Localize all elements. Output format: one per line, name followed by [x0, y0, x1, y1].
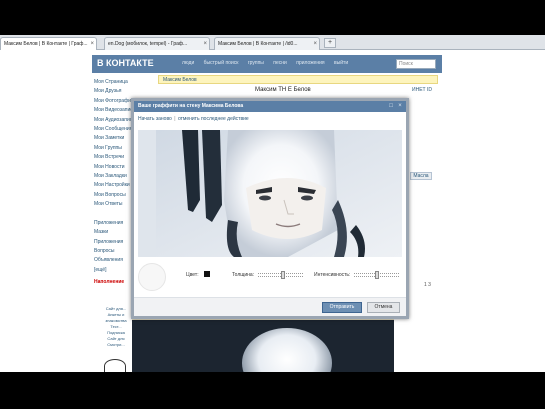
- left-menu-item[interactable]: Мои Ответы: [94, 200, 134, 209]
- color-swatch[interactable]: [204, 271, 210, 277]
- opacity-slider[interactable]: [354, 271, 399, 279]
- start-over-link[interactable]: Начать заново: [138, 116, 172, 122]
- left-menu-item[interactable]: Мои Аудиозаписи: [94, 116, 134, 125]
- vk-top-nav: люди быстрый поиск группы песни приложен…: [182, 60, 356, 66]
- dialog-actions: Начать заново | отменить последнее дейст…: [138, 116, 249, 122]
- color-label: Цвет:: [186, 272, 199, 278]
- graffiti-canvas[interactable]: [138, 130, 402, 257]
- browser-tab-1[interactable]: Максим Белов | В Контакте | Граф... ×: [0, 37, 97, 50]
- tab-label: Максим Белов | В Контакте | Граф...: [4, 41, 88, 47]
- profile-bar-name[interactable]: Максим Белов: [163, 77, 197, 83]
- tab-label: en.Dog (мобилок, tempel) - Граф...: [108, 41, 188, 47]
- close-icon[interactable]: ×: [90, 38, 94, 50]
- wheel-icon: [104, 359, 126, 372]
- opacity-slider-thumb[interactable]: [375, 271, 379, 279]
- left-menu-extra[interactable]: [ещё]: [94, 266, 134, 275]
- thickness-slider-thumb[interactable]: [281, 271, 285, 279]
- brush-preview: [138, 263, 166, 291]
- screen-frame: Максим Белов | В Контакте | Граф... × en.…: [0, 35, 545, 372]
- nav-logout[interactable]: выйти: [334, 60, 348, 66]
- browser-tab-3[interactable]: Максим Белов | В Контакте | /id0... ×: [214, 37, 320, 50]
- thickness-slider[interactable]: [258, 271, 303, 279]
- tab-label: Максим Белов | В Контакте | /id0...: [218, 41, 298, 47]
- close-icon[interactable]: ×: [203, 38, 207, 50]
- left-menu-item[interactable]: Мои Друзья: [94, 87, 134, 96]
- dialog-footer: Отправить Отмена: [134, 297, 406, 316]
- cancel-button[interactable]: Отмена: [367, 302, 400, 313]
- left-menu-extra[interactable]: Вопросы: [94, 247, 134, 256]
- right-indicator: 1 3: [424, 282, 431, 288]
- send-button[interactable]: Отправить: [322, 302, 362, 313]
- maximize-icon[interactable]: □: [388, 103, 394, 109]
- vk-header: В КОНТАКТЕ люди быстрый поиск группы пес…: [92, 55, 442, 73]
- menu-gap: [94, 210, 134, 219]
- nav-people[interactable]: люди: [182, 60, 194, 66]
- profile-bar: Максим Белов: [158, 75, 438, 84]
- left-menu-item[interactable]: Мои Фотографии: [94, 97, 134, 106]
- left-menu-item[interactable]: Мои Сообщения: [94, 125, 134, 134]
- left-menu-extra[interactable]: Приложения: [94, 219, 134, 228]
- graffiti-dialog: Ваше граффити на стену Максима Белова □ …: [131, 98, 409, 319]
- graffiti-drawing: [138, 130, 402, 257]
- right-side-button[interactable]: Масла: [410, 172, 432, 180]
- profile-id[interactable]: ИНЕТ ID: [412, 87, 432, 93]
- left-menu: Моя Страница Мои Друзья Мои Фотографии М…: [94, 78, 134, 288]
- nav-groups[interactable]: группы: [248, 60, 264, 66]
- left-menu-item[interactable]: Мои Группы: [94, 144, 134, 153]
- dialog-titlebar: Ваше граффити на стену Максима Белова □ …: [134, 101, 406, 112]
- left-menu-extra[interactable]: Мазки: [94, 228, 134, 237]
- thickness-label: Толщина:: [232, 272, 255, 278]
- browser-tab-strip: Максим Белов | В Контакте | Граф... × en.…: [0, 35, 545, 50]
- opacity-label: Интенсивность:: [314, 272, 351, 278]
- close-icon[interactable]: ×: [397, 103, 403, 109]
- left-menu-item[interactable]: Мои Вопросы: [94, 191, 134, 200]
- left-menu-extra[interactable]: Приложения: [94, 238, 134, 247]
- left-menu-extra[interactable]: Объявления: [94, 256, 134, 265]
- hair-shape: [242, 328, 332, 372]
- left-menu-item[interactable]: Моя Страница: [94, 78, 134, 87]
- undo-last-link[interactable]: отменить последнее действие: [178, 116, 249, 122]
- left-menu-item[interactable]: Мои Видеозаписи: [94, 106, 134, 115]
- left-menu-item[interactable]: Мои Закладки: [94, 172, 134, 181]
- left-menu-item[interactable]: Мои Встречи: [94, 153, 134, 162]
- search-input[interactable]: Поиск: [396, 59, 436, 69]
- ad-line: Смотри...: [107, 342, 125, 347]
- nav-songs[interactable]: песни: [273, 60, 287, 66]
- new-tab-button[interactable]: +: [324, 38, 336, 48]
- separator: |: [174, 116, 176, 122]
- left-menu-item[interactable]: Мои Новости: [94, 163, 134, 172]
- nav-quick-search[interactable]: быстрый поиск: [204, 60, 239, 66]
- brush-tools: Цвет: Толщина: Интенсивность:: [134, 261, 406, 293]
- close-icon[interactable]: ×: [313, 38, 317, 50]
- background-photo: [132, 320, 394, 372]
- nav-apps[interactable]: приложения: [296, 60, 324, 66]
- left-menu-item[interactable]: Мои Заметки: [94, 134, 134, 143]
- profile-name: Максим TH E Белов: [255, 87, 311, 93]
- ad-title[interactable]: Наполнение: [94, 278, 134, 287]
- dialog-title: Ваше граффити на стену Максима Белова: [138, 103, 244, 109]
- vk-logo[interactable]: В КОНТАКТЕ: [97, 58, 154, 68]
- ad-block[interactable]: Сайт для... Анкеты и знакомства Тест... …: [96, 306, 136, 348]
- left-menu-item[interactable]: Мои Настройки: [94, 181, 134, 190]
- browser-tab-2[interactable]: en.Dog (мобилок, tempel) - Граф... ×: [104, 37, 210, 50]
